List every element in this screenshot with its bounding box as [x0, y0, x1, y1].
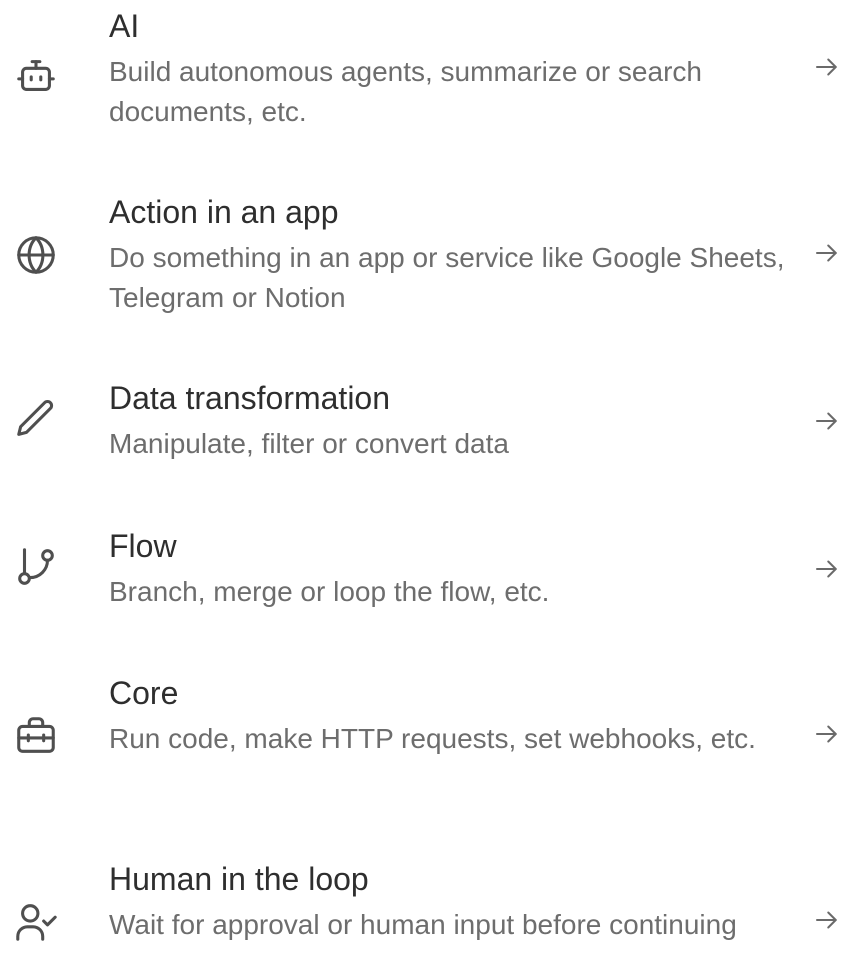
category-title: Action in an app: [109, 194, 339, 230]
node-category-list: AI Build autonomous agents, summarize or…: [0, 0, 846, 980]
arrow-right-icon: [812, 552, 846, 586]
category-item-action-in-app[interactable]: Action in an app Do something in an app …: [0, 192, 846, 322]
category-description: Wait for approval or human input before …: [109, 909, 737, 940]
category-item-human-in-the-loop[interactable]: Human in the loop Wait for approval or h…: [0, 859, 846, 980]
category-item-data-transformation[interactable]: Data transformation Manipulate, filter o…: [0, 378, 846, 468]
user-check-icon: [12, 898, 60, 946]
category-title: Core: [109, 675, 179, 711]
arrow-right-icon: [812, 903, 846, 937]
category-title: Human in the loop: [109, 861, 369, 897]
category-description: Run code, make HTTP requests, set webhoo…: [109, 723, 756, 754]
category-item-ai[interactable]: AI Build autonomous agents, summarize or…: [0, 6, 846, 136]
robot-icon: [12, 52, 60, 100]
category-item-flow[interactable]: Flow Branch, merge or loop the flow, etc…: [0, 526, 846, 616]
toolbox-icon: [12, 712, 60, 760]
category-item-core[interactable]: Core Run code, make HTTP requests, set w…: [0, 673, 846, 803]
category-description: Do something in an app or service like G…: [109, 242, 785, 313]
category-title: Data transformation: [109, 380, 391, 416]
category-description: Manipulate, filter or convert data: [109, 428, 509, 459]
git-branch-icon: [12, 543, 60, 591]
category-title: AI: [109, 8, 140, 44]
category-title: Flow: [109, 528, 177, 564]
pencil-icon: [12, 395, 60, 443]
arrow-right-icon: [812, 236, 846, 270]
category-description: Branch, merge or loop the flow, etc.: [109, 576, 550, 607]
arrow-right-icon: [812, 404, 846, 438]
arrow-right-icon: [812, 50, 846, 84]
arrow-right-icon: [812, 717, 846, 751]
category-description: Build autonomous agents, summarize or se…: [109, 56, 702, 127]
globe-icon: [12, 231, 60, 279]
